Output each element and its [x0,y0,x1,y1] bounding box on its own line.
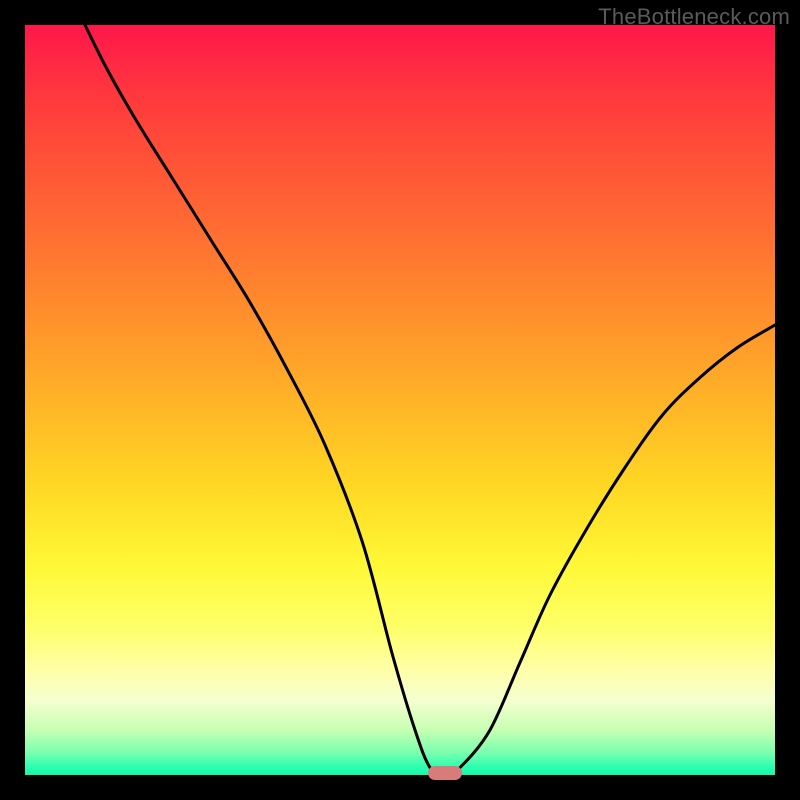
plot-area [25,25,775,775]
watermark-text: TheBottleneck.com [598,4,790,30]
optimal-marker [428,766,462,780]
bottleneck-curve [25,25,775,775]
chart-frame: TheBottleneck.com [0,0,800,800]
